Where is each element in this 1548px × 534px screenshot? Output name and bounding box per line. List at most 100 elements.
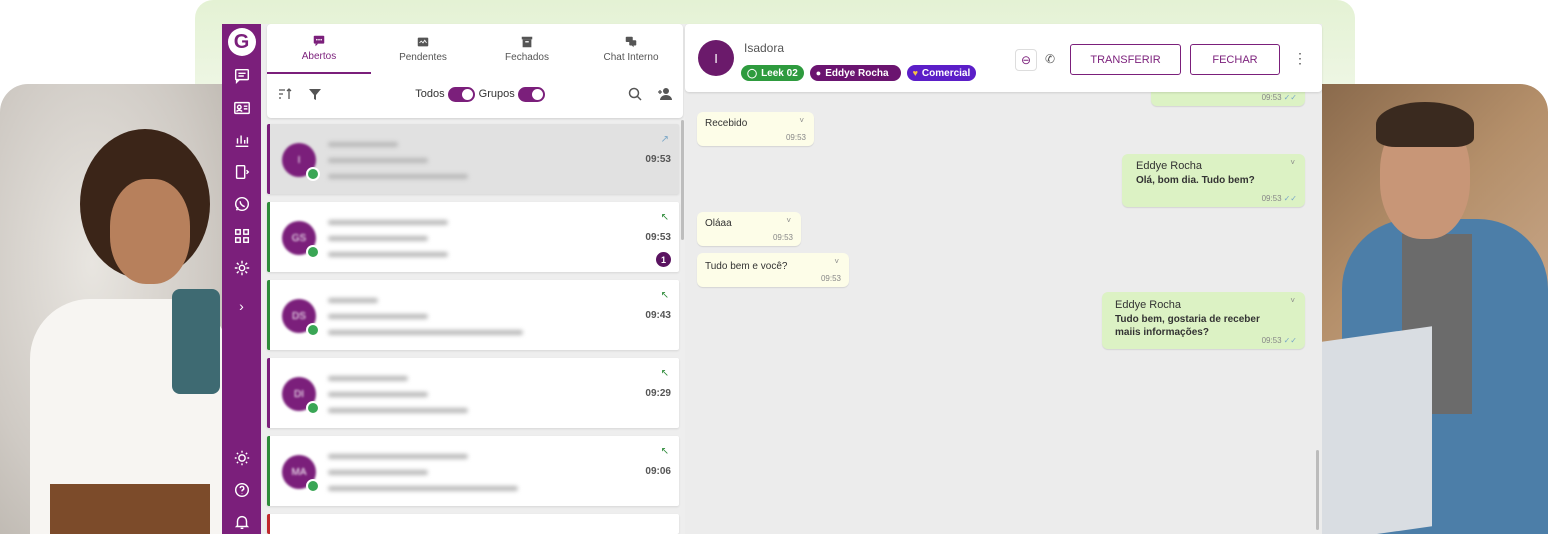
read-ticks-icon: ✓✓	[1283, 336, 1297, 345]
message-text: Recebido	[705, 118, 748, 129]
tab-chat-interno[interactable]: Chat Interno	[579, 24, 683, 74]
whatsapp-badge-icon	[306, 167, 320, 181]
contacts-icon[interactable]	[230, 96, 254, 120]
conversation-list: I ↗ 09:53 GS ↖ 09:53 1 DS ↖ 09:43 DI ↖ 0…	[267, 124, 683, 534]
contact-avatar[interactable]: I	[698, 40, 734, 76]
whatsapp-badge-icon	[306, 401, 320, 415]
filter-funnel-icon[interactable]	[307, 86, 323, 102]
whatsapp-badge-icon	[306, 479, 320, 493]
tab-fechados[interactable]: Fechados	[475, 24, 579, 74]
conversation-item[interactable]: I ↗ 09:53	[267, 124, 679, 194]
connections-icon[interactable]	[230, 160, 254, 184]
message-text: Olá, bom dia. Tudo bem?	[1136, 175, 1255, 186]
blurred-tags	[328, 314, 428, 319]
transfer-button[interactable]: TRANSFERIR	[1070, 44, 1181, 75]
apps-grid-icon[interactable]	[230, 224, 254, 248]
tab-label: Chat Interno	[603, 52, 659, 63]
outgoing-arrow-icon: ↗	[660, 134, 669, 145]
conversation-item[interactable]: MA ↖ 09:06	[267, 436, 679, 506]
conversation-item[interactable]: DS ↖ 09:43	[267, 280, 679, 350]
chat-header: I Isadora ◯ Leek 02 ● Eddye Rocha ♥ Comerci…	[685, 24, 1322, 92]
expand-chevron-icon[interactable]: ›	[230, 294, 254, 318]
user-icon: ●	[815, 68, 822, 78]
help-icon[interactable]	[230, 478, 254, 502]
message-time: 09:53	[820, 274, 841, 283]
conversation-item[interactable]	[267, 514, 679, 534]
message-sender: Eddye Rocha	[1136, 160, 1203, 172]
message-time: 09:53	[785, 133, 806, 142]
blurred-tags	[328, 158, 428, 163]
internal-chat-icon	[625, 36, 637, 48]
app-logo[interactable]: G	[227, 28, 256, 56]
conversation-item[interactable]: DI ↖ 09:29	[267, 358, 679, 428]
messages-icon[interactable]	[230, 64, 254, 88]
chevron-down-icon[interactable]: ˅	[1290, 296, 1295, 305]
message-bubble-incoming[interactable]: Recebido ˅ 09:53	[697, 112, 814, 146]
conversation-list-panel: Abertos Pendentes Fechados Chat Interno	[267, 24, 684, 534]
grupos-toggle[interactable]	[517, 86, 545, 102]
message-bubble-outgoing[interactable]: Eddye Rocha Olá, bom dia. Tudo bem? ˅ 09…	[1122, 154, 1305, 207]
phone-icon[interactable]: ✆	[1045, 52, 1055, 71]
dashboard-chart-icon[interactable]	[230, 128, 254, 152]
connection-chip: ◯ Leek 02	[741, 65, 804, 81]
conversation-time: 09:43	[645, 310, 671, 321]
settings-gear-icon[interactable]	[230, 256, 254, 280]
link-icon[interactable]: ⊖	[1015, 49, 1037, 71]
message-bubble-outgoing[interactable]: Eddye Rocha Tudo bem, gostaria de recebe…	[1102, 292, 1305, 349]
chevron-down-icon[interactable]: ˅	[799, 116, 804, 125]
blurred-last-message	[328, 408, 468, 413]
message-bubble-incoming[interactable]: Tudo bem e você? ˅ 09:53	[697, 253, 849, 287]
blurred-contact-name	[328, 376, 408, 381]
unread-count-badge: 1	[656, 252, 671, 267]
blurred-last-message	[328, 486, 518, 491]
chat-panel: 09:53 ✓✓ Recebido ˅ 09:53 Eddye Rocha Olá…	[685, 24, 1322, 534]
chevron-down-icon[interactable]: ˅	[786, 216, 791, 225]
read-ticks-icon: ✓✓	[1283, 194, 1297, 203]
close-ticket-button[interactable]: FECHAR	[1190, 44, 1280, 75]
conversation-time: 09:06	[645, 466, 671, 477]
conversation-time: 09:53	[645, 154, 671, 165]
chat-scrollbar[interactable]	[1316, 450, 1319, 530]
chat-tags: ◯ Leek 02 ● Eddye Rocha ♥ Comercial	[741, 65, 977, 81]
add-contact-icon[interactable]	[657, 86, 673, 102]
blurred-contact-name	[328, 454, 468, 459]
incoming-arrow-icon: ↖	[660, 212, 669, 223]
todos-toggle[interactable]	[447, 86, 475, 102]
whatsapp-icon[interactable]	[230, 192, 254, 216]
tab-pendentes[interactable]: Pendentes	[371, 24, 475, 74]
blurred-contact-name	[328, 298, 378, 303]
blurred-last-message	[328, 174, 468, 179]
sort-icon[interactable]	[277, 86, 293, 102]
incoming-arrow-icon: ↖	[660, 446, 669, 457]
grupos-label: Grupos	[478, 88, 515, 100]
message-bubble-incoming[interactable]: Oláaa ˅ 09:53	[697, 212, 801, 246]
woman-with-phone-photo	[0, 84, 230, 534]
notifications-bell-icon[interactable]	[230, 510, 254, 534]
conversation-time: 09:29	[645, 388, 671, 399]
agent-chip: ● Eddye Rocha	[809, 65, 901, 81]
message-time: 09:53 ✓✓	[1261, 93, 1297, 102]
tab-abertos[interactable]: Abertos	[267, 24, 371, 74]
theme-sun-icon[interactable]	[230, 446, 254, 470]
tab-label: Fechados	[505, 52, 549, 63]
whatsapp-icon: ◯	[747, 67, 758, 78]
conversation-item[interactable]: GS ↖ 09:53 1	[267, 202, 679, 272]
message-text: Oláaa	[705, 218, 732, 229]
conversation-time: 09:53	[645, 232, 671, 243]
message-text: Tudo bem e você?	[705, 261, 788, 272]
chevron-down-icon[interactable]: ˅	[834, 257, 839, 266]
list-scrollbar[interactable]	[681, 120, 684, 240]
contact-name: Isadora	[744, 41, 785, 55]
chevron-down-icon[interactable]: ˅	[1290, 158, 1295, 167]
archive-box-icon	[521, 36, 533, 48]
blurred-last-message	[328, 330, 523, 335]
filter-bar: Todos Grupos	[267, 74, 683, 114]
blurred-tags	[328, 392, 428, 397]
blurred-tags	[328, 470, 428, 475]
incoming-arrow-icon: ↖	[660, 290, 669, 301]
chat-app-window: G › Abertos Pendentes Fechados Chat Inte…	[222, 24, 1322, 534]
search-icon[interactable]	[627, 86, 643, 102]
message-text: Tudo bem, gostaria de receber maiis info…	[1115, 314, 1260, 338]
whatsapp-badge-icon	[306, 323, 320, 337]
more-options-icon[interactable]: ⋮	[1293, 50, 1307, 67]
